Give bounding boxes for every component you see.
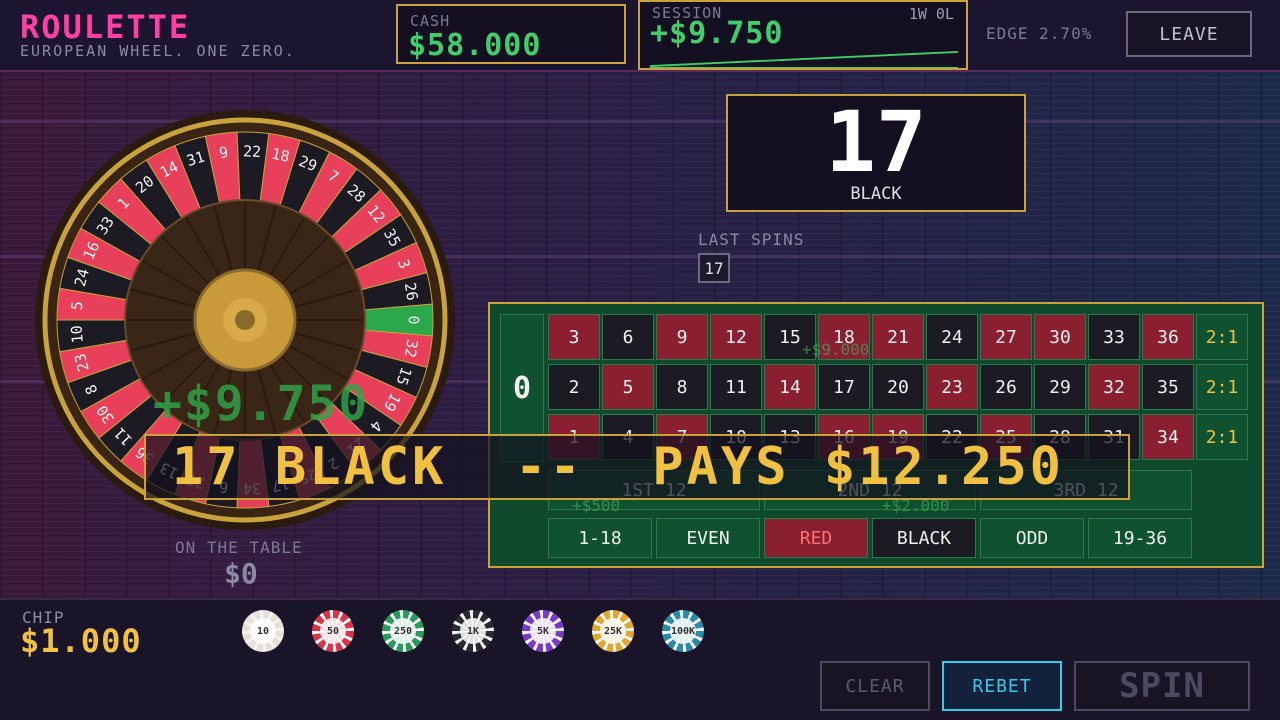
- number-cell-17[interactable]: 17: [818, 364, 870, 410]
- number-cell-5[interactable]: 5: [602, 364, 654, 410]
- chip-250[interactable]: 250: [382, 610, 424, 652]
- outside-bet-19-36[interactable]: 19-36: [1088, 518, 1192, 558]
- column-bet-1[interactable]: 2:1: [1196, 314, 1248, 360]
- result-number: 17: [825, 93, 927, 191]
- chip-value-label: 1K: [460, 618, 486, 644]
- number-cell-29[interactable]: 29: [1034, 364, 1086, 410]
- win-floater: +$9.750: [153, 376, 370, 432]
- number-cell-36[interactable]: 36: [1142, 314, 1194, 360]
- chip-25k[interactable]: 25K: [592, 610, 634, 652]
- chip-100k[interactable]: 100K: [662, 610, 704, 652]
- number-cell-2[interactable]: 2: [548, 364, 600, 410]
- session-sparkline: [650, 50, 958, 68]
- outside-bet-even[interactable]: EVEN: [656, 518, 760, 558]
- game-subtitle: EUROPEAN WHEEL. ONE ZERO.: [20, 42, 296, 60]
- payout-banner: 17 BLACK -- PAYS $12.250: [144, 434, 1130, 500]
- number-cell-12[interactable]: 12: [710, 314, 762, 360]
- number-cell-14[interactable]: 14: [764, 364, 816, 410]
- bet-win-floater: +$9.000: [802, 340, 870, 359]
- last-spins-label: LAST SPINS: [698, 230, 805, 249]
- number-cell-6[interactable]: 6: [602, 314, 654, 360]
- result-panel: 17 BLACK: [726, 94, 1026, 212]
- bottom-bar: CHIP $1.000 10 50 250 1K 5K 25K 100K CLEAR REB…: [0, 598, 1280, 720]
- game-stage: ROULETTE EUROPEAN WHEEL. ONE ZERO. CASH …: [0, 0, 1280, 720]
- number-cell-33[interactable]: 33: [1088, 314, 1140, 360]
- wheel-number: 32: [401, 338, 422, 359]
- number-cell-8[interactable]: 8: [656, 364, 708, 410]
- chip-1k[interactable]: 1K: [452, 610, 494, 652]
- cash-value: $58.000: [408, 28, 542, 63]
- leave-button[interactable]: LEAVE: [1126, 11, 1252, 57]
- number-cell-27[interactable]: 27: [980, 314, 1032, 360]
- wheel-number: 0: [405, 315, 423, 324]
- header-bar: ROULETTE EUROPEAN WHEEL. ONE ZERO. CASH …: [0, 0, 1280, 72]
- chip-value-label: 25K: [600, 618, 626, 644]
- column-bet-2[interactable]: 2:1: [1196, 364, 1248, 410]
- number-cell-21[interactable]: 21: [872, 314, 924, 360]
- last-spin-chip: 17: [698, 253, 730, 283]
- spin-button[interactable]: SPIN: [1074, 661, 1250, 711]
- on-table-label: ON THE TABLE: [175, 538, 303, 557]
- outside-bet-red[interactable]: RED: [764, 518, 868, 558]
- number-cell-11[interactable]: 11: [710, 364, 762, 410]
- number-cell-32[interactable]: 32: [1088, 364, 1140, 410]
- number-cell-20[interactable]: 20: [872, 364, 924, 410]
- session-value: +$9.750: [650, 16, 784, 51]
- number-cell-34[interactable]: 34: [1142, 414, 1194, 460]
- chip-value-label: 50: [320, 618, 346, 644]
- number-cell-9[interactable]: 9: [656, 314, 708, 360]
- column-bet-3[interactable]: 2:1: [1196, 414, 1248, 460]
- session-record: 1W 0L: [908, 5, 954, 23]
- number-cell-3[interactable]: 3: [548, 314, 600, 360]
- session-panel: SESSION 1W 0L +$9.750: [638, 0, 968, 70]
- chip-value-label: 10: [250, 618, 276, 644]
- rebet-button[interactable]: REBET: [942, 661, 1062, 711]
- result-color: BLACK: [850, 184, 902, 204]
- number-cell-35[interactable]: 35: [1142, 364, 1194, 410]
- on-table-value: $0: [224, 557, 258, 590]
- chip-10[interactable]: 10: [242, 610, 284, 652]
- wheel-number: 10: [67, 325, 86, 345]
- house-edge: EDGE 2.70%: [986, 24, 1093, 43]
- wheel-number: 22: [243, 142, 262, 161]
- chip-value-label: 250: [390, 618, 416, 644]
- outside-bet-odd[interactable]: ODD: [980, 518, 1084, 558]
- clear-button[interactable]: CLEAR: [820, 661, 930, 711]
- outside-bet-1-18[interactable]: 1-18: [548, 518, 652, 558]
- wheel-number: 18: [270, 145, 291, 166]
- number-cell-26[interactable]: 26: [980, 364, 1032, 410]
- number-cell-30[interactable]: 30: [1034, 314, 1086, 360]
- chip-value-label: 100K: [670, 618, 696, 644]
- cash-panel: CASH $58.000: [396, 4, 626, 64]
- game-title: ROULETTE: [20, 8, 191, 46]
- chip-value-label: 5K: [530, 618, 556, 644]
- wheel-number: 5: [68, 300, 87, 311]
- number-cell-24[interactable]: 24: [926, 314, 978, 360]
- number-cell-23[interactable]: 23: [926, 364, 978, 410]
- chip-50[interactable]: 50: [312, 610, 354, 652]
- chip-5k[interactable]: 5K: [522, 610, 564, 652]
- chip-value: $1.000: [20, 622, 142, 660]
- wheel-number: 26: [401, 281, 422, 302]
- outside-bet-black[interactable]: BLACK: [872, 518, 976, 558]
